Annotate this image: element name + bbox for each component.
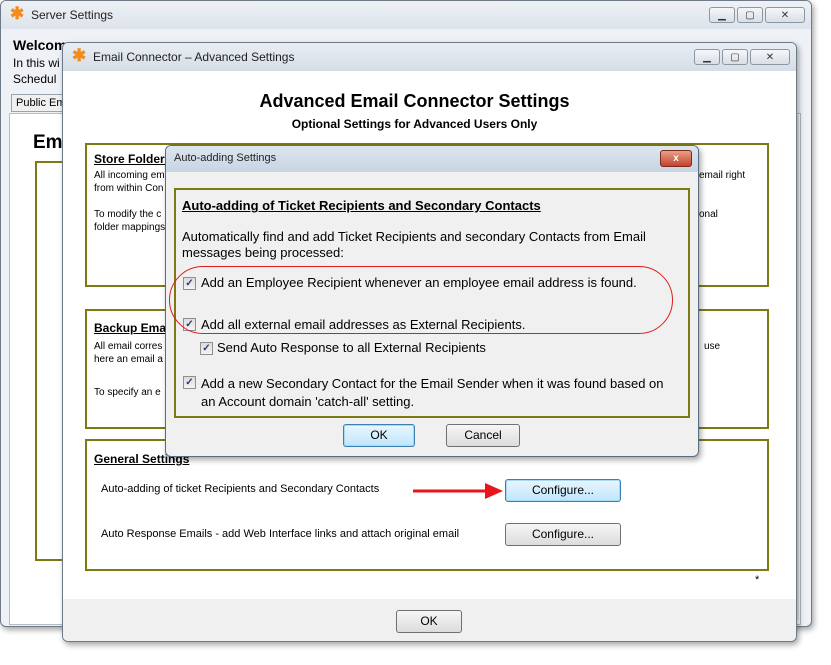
dialog-title: Auto-adding Settings [174,152,277,164]
connector-subheading: Optional Settings for Advanced Users Onl… [291,117,538,131]
email-connector-titlebar[interactable]: ✱ Email Connector – Advanced Settings ▁ … [63,43,796,71]
close-icon[interactable]: ✕ [765,7,805,23]
minimize-icon[interactable]: ▁ [694,49,720,65]
window-title: Server Settings [31,8,114,22]
auto-adding-dialog: Auto-adding Settings x Auto-adding of Ti… [165,145,699,457]
server-settings-titlebar[interactable]: ✱ Server Settings ▁ ▢ ✕ [1,1,811,29]
backup-line1: All email corres [94,341,163,352]
tab-label: Public Em [16,97,66,109]
store-folder-line3: To modify the c [94,209,162,220]
close-icon[interactable]: ✕ [750,49,790,65]
secondary-contact-checkbox[interactable]: ✓ [183,376,196,389]
welcome-heading: Welcom [13,37,67,53]
store-folder-line2: from within Con [94,183,164,194]
check-icon: ✓ [185,377,194,388]
dialog-cancel-button[interactable]: Cancel [446,424,520,447]
store-folder-line1: All incoming em [94,170,165,181]
dialog-ok-button[interactable]: OK [343,424,415,447]
store-folder-header: Store Folder: [94,152,169,166]
maximize-icon[interactable]: ▢ [737,7,763,23]
secondary-contact-label: Add a new Secondary Contact for the Emai… [201,376,664,409]
backup-header: Backup Ema [94,321,167,335]
connector-ok-button[interactable]: OK [396,610,462,633]
auto-response-checkbox[interactable]: ✓ [200,342,213,355]
auto-adding-description: Automatically find and add Ticket Recipi… [182,229,646,260]
minimize-icon[interactable]: ▁ [709,7,735,23]
window-title: Email Connector – Advanced Settings [93,50,295,64]
highlight-ellipse [169,266,673,334]
close-icon[interactable]: x [660,150,692,167]
configure-auto-response-button[interactable]: Configure... [505,523,621,546]
store-folder-line3-right: onal [699,209,718,220]
backup-line2: here an email a [94,354,163,365]
app-asterisk-icon: ✱ [10,4,25,23]
maximize-icon[interactable]: ▢ [722,49,748,65]
configure-auto-adding-button[interactable]: Configure... [505,479,621,502]
general-row1-label: Auto-adding of ticket Recipients and Sec… [101,483,380,495]
intro-line-1: In this wi [13,56,60,70]
tab-public-email[interactable]: Public Em [11,94,69,112]
server-section-heading: Em [33,132,63,153]
backup-line1-right: use [704,341,721,352]
store-folder-line4: folder mappings [94,222,166,233]
asterisk-note: * [755,574,760,586]
auto-adding-header: Auto-adding of Ticket Recipients and Sec… [182,198,541,213]
auto-adding-titlebar[interactable]: Auto-adding Settings x [166,146,698,172]
intro-line-2: Schedul [13,72,57,86]
connector-heading: Advanced Email Connector Settings [259,91,570,111]
general-row2-label: Auto Response Emails - add Web Interface… [101,528,460,540]
arrow-right-icon [413,483,503,499]
store-folder-line1-right: email right [699,170,746,181]
app-asterisk-icon: ✱ [72,46,87,65]
auto-response-label: Send Auto Response to all External Recip… [217,340,486,355]
check-icon: ✓ [202,343,211,354]
backup-line3: To specify an e [94,387,161,398]
